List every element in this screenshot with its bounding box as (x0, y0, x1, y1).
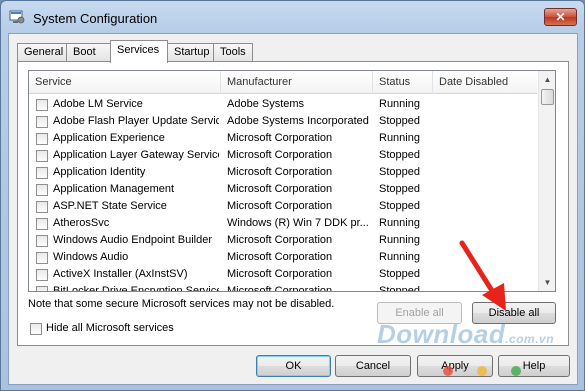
service-status: Stopped (379, 166, 420, 178)
service-manufacturer: Windows (R) Win 7 DDK pr... (227, 217, 369, 229)
cancel-button[interactable]: Cancel (335, 355, 411, 377)
hide-microsoft-services-label: Hide all Microsoft services (46, 322, 174, 334)
service-row[interactable]: Application Management Microsoft Corporat… (29, 181, 537, 198)
service-name: ASP.NET State Service (53, 200, 167, 212)
service-status: Running (379, 98, 420, 110)
service-row[interactable]: Adobe LM Service Adobe Systems Running (29, 96, 537, 113)
tab-startup[interactable]: Startup (167, 43, 214, 62)
service-status: Stopped (379, 285, 420, 292)
system-configuration-window: System Configuration ✕ General Boot Serv… (0, 0, 585, 391)
service-manufacturer: Microsoft Corporation (227, 285, 333, 292)
service-checkbox[interactable] (36, 269, 48, 281)
watermark-dot-green (511, 366, 521, 376)
service-checkbox[interactable] (36, 252, 48, 264)
service-manufacturer: Microsoft Corporation (227, 200, 333, 212)
tab-tools[interactable]: Tools (213, 43, 253, 62)
service-row[interactable]: AtherosSvc Windows (R) Win 7 DDK pr... Run… (29, 215, 537, 232)
service-manufacturer: Microsoft Corporation (227, 166, 333, 178)
scroll-down-icon[interactable]: ▼ (539, 274, 555, 291)
service-row[interactable]: ASP.NET State Service Microsoft Corporati… (29, 198, 537, 215)
service-checkbox[interactable] (36, 286, 48, 291)
service-name: Windows Audio (53, 251, 129, 263)
service-status: Running (379, 251, 420, 263)
scroll-thumb[interactable] (541, 89, 554, 105)
vertical-scrollbar[interactable]: ▲ ▼ (538, 71, 555, 291)
service-manufacturer: Microsoft Corporation (227, 183, 333, 195)
service-name: ActiveX Installer (AxInstSV) (53, 268, 188, 280)
tab-boot[interactable]: Boot (66, 43, 111, 62)
service-name: AtherosSvc (53, 217, 110, 229)
service-manufacturer: Adobe Systems (227, 98, 305, 110)
list-header: Service Manufacturer Status Date Disable… (29, 71, 537, 94)
service-status: Running (379, 234, 420, 246)
service-checkbox[interactable] (36, 167, 48, 179)
service-status: Running (379, 217, 420, 229)
service-checkbox[interactable] (36, 99, 48, 111)
hide-microsoft-services-checkbox[interactable] (30, 323, 42, 335)
watermark-dot-red (443, 366, 453, 376)
service-manufacturer: Microsoft Corporation (227, 132, 333, 144)
service-manufacturer: Microsoft Corporation (227, 268, 333, 280)
column-header-manufacturer[interactable]: Manufacturer (221, 71, 373, 94)
window-title: System Configuration (33, 11, 158, 26)
service-name: Application Experience (53, 132, 165, 144)
scroll-up-icon[interactable]: ▲ (539, 71, 555, 88)
service-checkbox[interactable] (36, 218, 48, 230)
service-name: Adobe LM Service (53, 98, 143, 110)
service-status: Stopped (379, 149, 420, 161)
service-checkbox[interactable] (36, 133, 48, 145)
service-status: Stopped (379, 268, 420, 280)
service-name: Windows Audio Endpoint Builder (53, 234, 212, 246)
service-row[interactable]: Application Identity Microsoft Corporatio… (29, 164, 537, 181)
annotation-arrow-icon (459, 240, 506, 311)
service-name: Application Identity (53, 166, 146, 178)
title-bar[interactable]: System Configuration ✕ (1, 1, 584, 33)
service-manufacturer: Microsoft Corporation (227, 251, 333, 263)
service-row[interactable]: Application Layer Gateway Service Microso… (29, 147, 537, 164)
service-name: BitLocker Drive Encryption Service (53, 285, 219, 292)
service-manufacturer: Microsoft Corporation (227, 149, 333, 161)
service-checkbox[interactable] (36, 235, 48, 247)
service-status: Stopped (379, 115, 420, 127)
service-name: Application Management (53, 183, 175, 195)
column-header-date-disabled[interactable]: Date Disabled (433, 71, 537, 94)
tab-general[interactable]: General (17, 43, 67, 62)
service-checkbox[interactable] (36, 150, 48, 162)
tab-services[interactable]: Services (110, 40, 168, 63)
watermark-dot-yellow (477, 366, 487, 376)
service-row[interactable]: Adobe Flash Player Update Service Adobe S… (29, 113, 537, 130)
column-header-service[interactable]: Service (29, 71, 221, 94)
service-checkbox[interactable] (36, 201, 48, 213)
service-status: Running (379, 132, 420, 144)
secure-services-note: Note that some secure Microsoft services… (28, 298, 335, 310)
service-name: Adobe Flash Player Update Service (53, 115, 219, 127)
service-status: Stopped (379, 183, 420, 195)
service-manufacturer: Microsoft Corporation (227, 234, 333, 246)
service-manufacturer: Adobe Systems Incorporated (227, 115, 369, 127)
ok-button[interactable]: OK (256, 355, 331, 377)
system-configuration-icon (9, 10, 25, 24)
service-checkbox[interactable] (36, 184, 48, 196)
service-status: Stopped (379, 200, 420, 212)
help-button[interactable]: Help (498, 355, 570, 377)
column-header-status[interactable]: Status (373, 71, 433, 94)
service-row[interactable]: Application Experience Microsoft Corporat… (29, 130, 537, 147)
close-button[interactable]: ✕ (544, 8, 577, 26)
service-checkbox[interactable] (36, 116, 48, 128)
enable-all-button[interactable]: Enable all (377, 302, 462, 324)
dialog-body: General Boot Services Startup Tools Serv… (8, 33, 578, 385)
service-name: Application Layer Gateway Service (53, 149, 219, 161)
